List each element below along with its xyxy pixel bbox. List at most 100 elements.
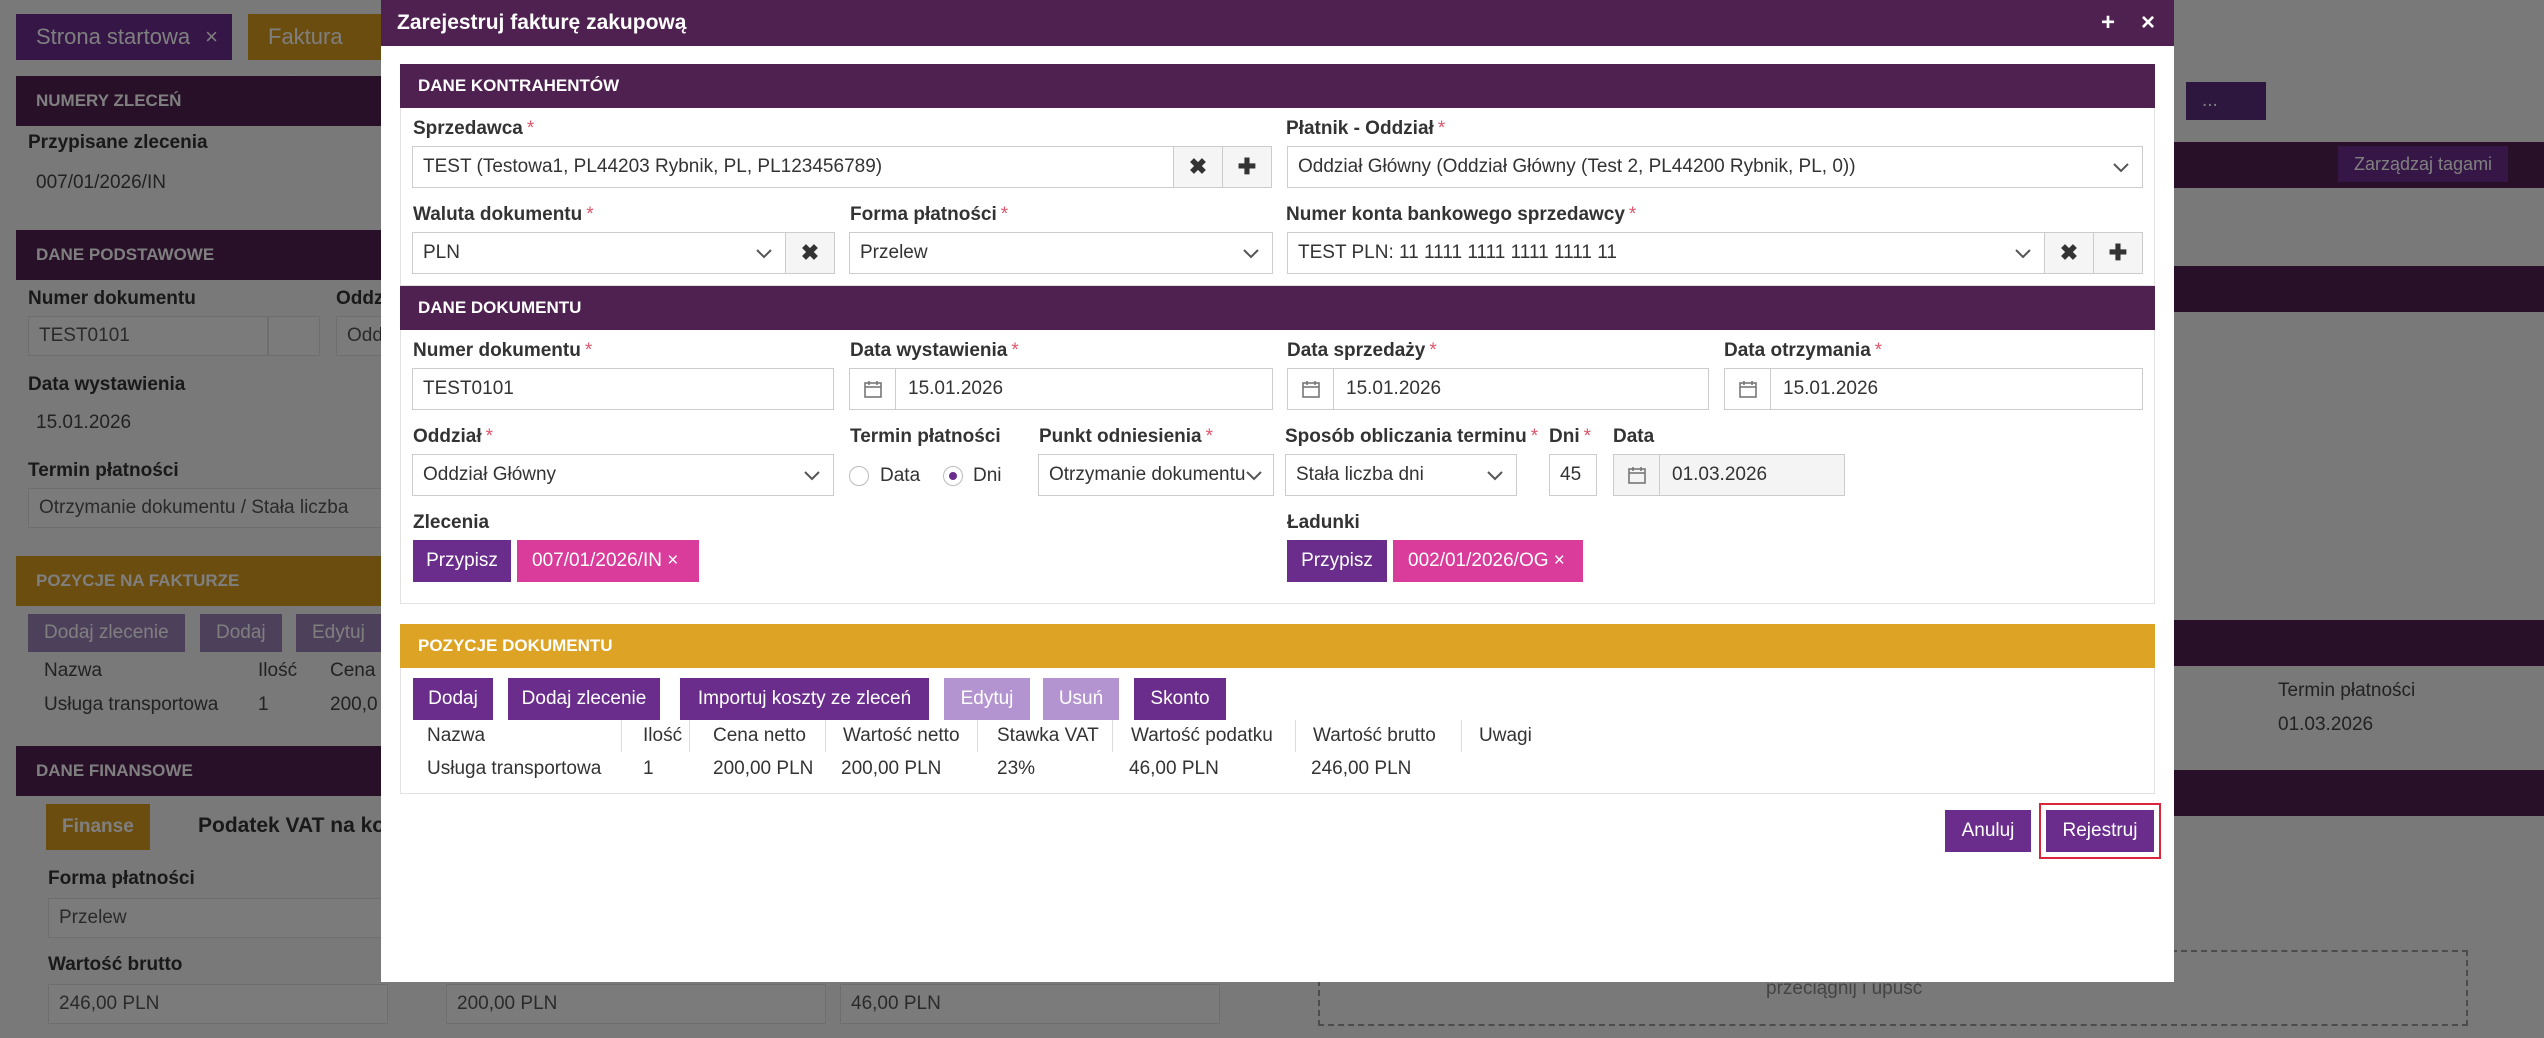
chevron-down-icon [756,249,772,259]
konto-value: TEST PLN: 11 1111 1111 1111 1111 11 [1298,242,1618,263]
ladunki-label: Ładunki [1287,512,1360,533]
col-divider [1461,720,1462,752]
forma-label-text: Forma płatności [850,204,997,225]
data-sprz-value: 15.01.2026 [1346,378,1442,399]
waluta-select[interactable]: PLN [412,232,786,274]
col-wartosc-podatku[interactable]: Wartość podatku [1131,725,1273,747]
sposob-label-text: Sposób obliczania terminu [1285,426,1527,447]
importuj-button[interactable]: Importuj koszty ze zleceń [680,678,929,720]
waluta-clear-button[interactable]: ✖ [785,232,835,274]
register-invoice-modal: Zarejestruj fakturę zakupową + × DANE KO… [381,0,2174,982]
required-mark: * [526,118,535,139]
sprzedawca-label: Sprzedawca * [413,118,534,140]
calendar-icon[interactable] [850,369,896,409]
konto-label: Numer konta bankowego sprzedawcy * [1286,204,1636,226]
col-cena-netto[interactable]: Cena netto [713,725,806,747]
clear-icon: ✖ [2059,240,2079,265]
rejestruj-button[interactable]: Rejestruj [2046,810,2154,852]
data-otrz-input[interactable]: 15.01.2026 [1724,368,2143,410]
plus-icon: ✚ [1237,154,1257,179]
anuluj-button[interactable]: Anuluj [1945,810,2031,852]
waluta-label-text: Waluta dokumentu [413,204,583,225]
przypisz-ladunek-button[interactable]: Przypisz [1287,540,1387,582]
calendar-icon[interactable] [1614,455,1660,495]
col-divider [1112,720,1113,752]
calendar-icon[interactable] [1725,369,1771,409]
col-divider [689,720,690,752]
konto-add-button[interactable]: ✚ [2093,232,2143,274]
col-divider [621,720,622,752]
dodaj-zlecenie-button[interactable]: Dodaj zlecenie [508,678,660,720]
required-mark: * [1628,204,1637,225]
radio-data-label: Data [880,465,921,486]
punkt-label-text: Punkt odniesienia [1039,426,1202,447]
oddzial-select[interactable]: Oddział Główny [412,454,834,496]
radio-dni[interactable] [943,466,963,486]
required-mark: * [1583,426,1592,447]
punkt-label: Punkt odniesienia * [1039,426,1213,448]
plus-icon: ✚ [2108,240,2128,265]
data-sprz-label: Data sprzedaży * [1287,340,1437,362]
col-uwagi[interactable]: Uwagi [1479,725,1532,747]
konto-clear-button[interactable]: ✖ [2044,232,2094,274]
required-mark: * [485,426,494,447]
required-mark: * [1205,426,1213,447]
sposob-label: Sposób obliczania terminu * [1285,426,1538,448]
sprzedawca-label-text: Sprzedawca [413,118,523,139]
cell-ilosc: 1 [643,758,654,779]
maximize-icon[interactable]: + [2101,0,2115,46]
chevron-down-icon [1487,471,1503,481]
required-mark: * [1011,340,1019,361]
data-sprz-label-text: Data sprzedaży [1287,340,1426,361]
close-icon[interactable]: × [2141,0,2155,46]
numer-input[interactable]: TEST0101 [412,368,834,410]
dni-input[interactable]: 45 [1549,454,1597,496]
data-wyst-value: 15.01.2026 [908,378,1004,399]
forma-value: Przelew [860,242,928,263]
col-wartosc-brutto[interactable]: Wartość brutto [1313,725,1436,747]
platnik-select[interactable]: Oddział Główny (Oddział Główny (Test 2, … [1287,146,2143,188]
edytuj-button[interactable]: Edytuj [944,678,1030,720]
cell-wartosc-brutto: 246,00 PLN [1311,758,1412,779]
cell-wartosc-podatku: 46,00 PLN [1129,758,1219,779]
data-wyst-label-text: Data wystawienia [850,340,1008,361]
konto-select[interactable]: TEST PLN: 11 1111 1111 1111 1111 11 [1287,232,2045,274]
section-kontrahentow: DANE KONTRAHENTÓW [400,64,2155,108]
forma-select[interactable]: Przelew [849,232,1273,274]
skonto-button[interactable]: Skonto [1134,678,1226,720]
modal-title: Zarejestruj fakturę zakupową [397,11,687,34]
radio-dni-label: Dni [973,465,1002,486]
col-nazwa[interactable]: Nazwa [427,725,485,747]
chevron-down-icon [1243,249,1259,259]
section-pozycje: POZYCJE DOKUMENTU [400,624,2155,668]
clear-icon: ✖ [1188,154,1208,179]
punkt-select[interactable]: Otrzymanie dokumentu [1038,454,1274,496]
przypisz-zlecenie-button[interactable]: Przypisz [413,540,511,582]
oddzial-value: Oddział Główny [423,464,557,485]
sprzedawca-clear-button[interactable]: ✖ [1173,146,1223,188]
chevron-down-icon [1245,466,1263,484]
required-mark: * [584,340,593,361]
sposob-select[interactable]: Stała liczba dni [1285,454,1517,496]
platnik-value: Oddział Główny (Oddział Główny (Test 2, … [1298,156,1856,177]
usun-button[interactable]: Usuń [1043,678,1119,720]
data-sprz-input[interactable]: 15.01.2026 [1287,368,1709,410]
punkt-value: Otrzymanie dokumentu [1049,464,1246,485]
cell-wartosc-netto: 200,00 PLN [841,758,942,779]
col-wartosc-netto[interactable]: Wartość netto [843,725,960,747]
col-stawka-vat[interactable]: Stawka VAT [997,725,1099,747]
sprzedawca-add-button[interactable]: ✚ [1222,146,1272,188]
calendar-icon[interactable] [1288,369,1334,409]
dodaj-button[interactable]: Dodaj [413,678,493,720]
sprzedawca-input[interactable]: TEST (Testowa1, PL44203 Rybnik, PL, PL12… [412,146,1174,188]
data-input[interactable]: 01.03.2026 [1613,454,1845,496]
radio-data[interactable] [849,466,869,486]
oddzial-label-text: Oddział [413,426,482,447]
ladunek-tag[interactable]: 002/01/2026/OG × [1393,540,1583,582]
required-mark: * [1530,426,1539,447]
required-mark: * [586,204,594,225]
col-ilosc[interactable]: Ilość [643,725,682,747]
konto-label-text: Numer konta bankowego sprzedawcy [1286,204,1625,225]
zlecenie-tag[interactable]: 007/01/2026/IN × [517,540,699,582]
data-wyst-input[interactable]: 15.01.2026 [849,368,1273,410]
